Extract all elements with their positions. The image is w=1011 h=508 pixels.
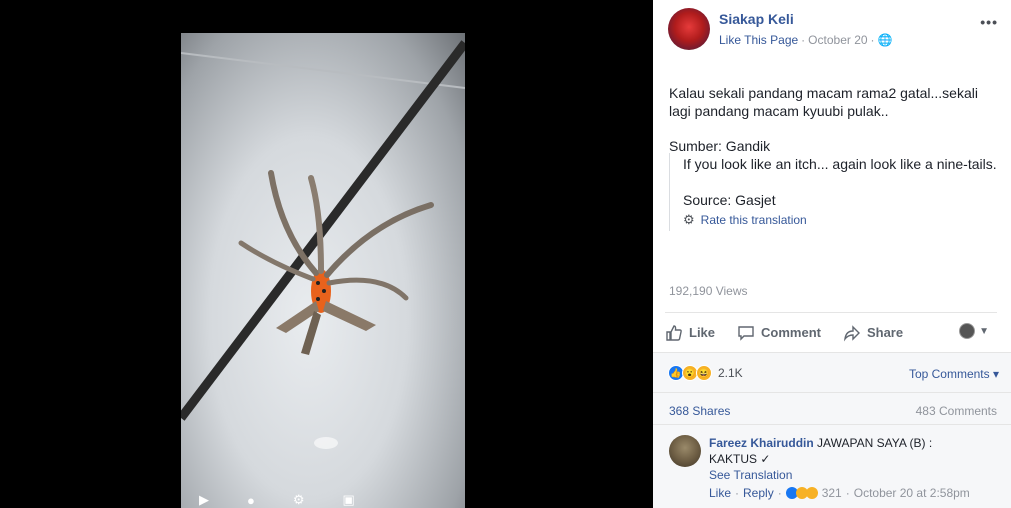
more-options-icon[interactable]: •••	[980, 14, 998, 30]
post-message: Kalau sekali pandang macam rama2 gatal..…	[669, 85, 978, 119]
commenter-avatar[interactable]	[669, 435, 701, 467]
haha-reaction-icon: 😆	[696, 365, 712, 381]
see-translation-link[interactable]: See Translation	[709, 467, 999, 483]
post-source: Sumber: Gandik	[669, 138, 771, 154]
thumbs-up-icon	[666, 324, 682, 341]
comment-like-link[interactable]: Like	[709, 486, 731, 500]
post-text: Kalau sekali pandang macam rama2 gatal..…	[669, 84, 989, 138]
commenter-name[interactable]: Fareez Khairuddin	[709, 436, 814, 450]
top-comments-dropdown[interactable]: Top Comments ▾	[909, 367, 999, 381]
post-date[interactable]: October 20	[808, 33, 867, 47]
comment-actions: Like · Reply · 321 · October 20 at 2:58p…	[709, 486, 970, 500]
translation-block: If you look like an itch... again look l…	[669, 153, 999, 231]
rate-translation-link[interactable]: Rate this translation	[701, 213, 807, 227]
comments-count[interactable]: 483 Comments	[916, 404, 997, 418]
reaction-count: 2.1K	[718, 366, 743, 380]
page-name[interactable]: Siakap Keli	[719, 11, 794, 27]
translation-source: Source: Gasjet	[683, 192, 776, 208]
action-bar: Like Comment Share ▼	[665, 312, 997, 352]
post-meta: Like This Page · October 20 · 🌐	[719, 33, 893, 47]
translation-text: If you look like an itch... again look l…	[683, 156, 997, 172]
photo-viewer: ▶ ● ⚙ ▣	[0, 0, 653, 508]
reaction-summary[interactable]: 👍 😮 😆 2.1K	[668, 365, 743, 381]
like-label: Like	[689, 325, 716, 340]
comment-item: Fareez Khairuddin JAWAPAN SAYA (B) : KAK…	[653, 424, 1011, 508]
comment-label: Comment	[761, 325, 821, 340]
wow-reaction-icon	[805, 487, 818, 499]
settings-icon[interactable]: ⚙	[293, 492, 305, 508]
comment-icon	[738, 325, 754, 341]
video-controls: ▶ ● ⚙ ▣	[181, 492, 465, 508]
comment-text: JAWAPAN SAYA (B) :	[817, 436, 933, 450]
counts-bar: 368 Shares 483 Comments	[653, 392, 1011, 424]
chevron-down-icon: ▼	[979, 325, 989, 337]
like-page-link[interactable]: Like This Page	[719, 33, 798, 47]
share-button[interactable]: Share	[843, 324, 903, 342]
page-avatar[interactable]	[668, 8, 710, 50]
fullscreen-icon[interactable]: ▣	[343, 492, 355, 508]
shares-count[interactable]: 368 Shares	[669, 404, 730, 418]
reactions-bar: 👍 😮 😆 2.1K Top Comments ▾	[653, 352, 1011, 392]
play-icon[interactable]: ▶	[199, 492, 209, 508]
like-button[interactable]: Like	[665, 324, 715, 342]
video-frame	[181, 40, 465, 449]
comment-button[interactable]: Comment	[737, 324, 821, 342]
share-icon	[843, 324, 860, 342]
comment-body: Fareez Khairuddin JAWAPAN SAYA (B) : KAK…	[709, 435, 999, 483]
volume-icon[interactable]: ●	[247, 493, 255, 508]
rate-translation[interactable]: ⚙ Rate this translation	[683, 212, 807, 228]
comment-text-line2: KAKTUS ✓	[709, 452, 771, 466]
video-player[interactable]: ▶ ● ⚙ ▣	[181, 33, 465, 508]
post-as-selector[interactable]: ▼	[959, 323, 989, 339]
post-header: Siakap Keli Like This Page · October 20 · 🌐 …	[668, 8, 998, 53]
globe-icon: 🌐	[877, 33, 893, 47]
view-count: 192,190 Views	[669, 284, 748, 298]
share-label: Share	[866, 325, 904, 340]
user-avatar	[959, 323, 976, 339]
post-panel: Siakap Keli Like This Page · October 20 · 🌐 …	[653, 0, 1011, 508]
comment-time[interactable]: October 20 at 2:58pm	[854, 486, 970, 500]
gear-icon: ⚙	[683, 212, 695, 227]
comment-reaction-count[interactable]: 321	[822, 486, 842, 500]
comment-reply-link[interactable]: Reply	[743, 486, 774, 500]
